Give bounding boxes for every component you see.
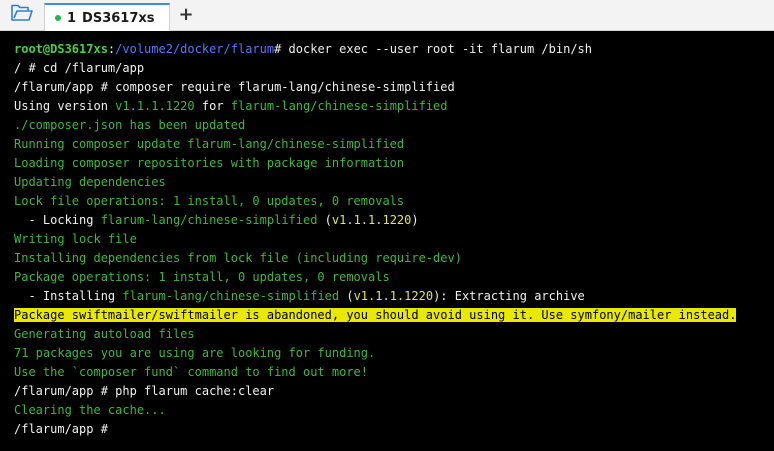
tab-ds3617xs[interactable]: 1 DS3617xs <box>44 3 170 31</box>
plus-icon: + <box>178 4 194 25</box>
terminal-line: /flarum/app # php flarum cache:clear <box>14 384 275 398</box>
terminal-line: /flarum/app # composer require flarum-la… <box>14 80 455 94</box>
open-folder-button[interactable] <box>6 3 38 27</box>
output-text: ): Extracting archive <box>433 289 585 303</box>
prompt-user-host: root@DS3617xs <box>14 42 108 56</box>
package-name: flarum-lang/chinese-simplified <box>100 213 318 227</box>
output-text: ) <box>411 213 419 227</box>
terminal-line: / # cd /flarum/app <box>14 61 145 75</box>
package-name: flarum-lang/chinese-simplified <box>230 99 448 113</box>
output-text: ( <box>317 213 332 227</box>
terminal-line: root@DS3617xs:/volume2/docker/flarum# do… <box>14 40 774 59</box>
terminal-line: - Installing flarum-lang/chinese-simplif… <box>14 287 774 306</box>
terminal-line: Using version v1.1.1.1220 for flarum-lan… <box>14 97 774 116</box>
prompt-path: /volume2/docker/flarum <box>115 42 275 56</box>
output-text: - Locking <box>14 213 101 227</box>
version-text: v1.1.1.1220 <box>353 289 434 303</box>
terminal-line: ./composer.json has been updated <box>14 118 246 132</box>
terminal-line: Generating autoload files <box>14 327 195 341</box>
terminal-line: Lock file operations: 1 install, 0 updat… <box>14 194 405 208</box>
terminal-line: Updating dependencies <box>14 175 166 189</box>
output-text: - Installing <box>14 289 123 303</box>
output-text: Using version <box>14 99 116 113</box>
terminal-line: Running composer update flarum-lang/chin… <box>14 137 405 151</box>
terminal-line: Clearing the cache... <box>14 403 166 417</box>
version-text: v1.1.1.1220 <box>331 213 412 227</box>
add-tab-button[interactable]: + <box>176 4 196 26</box>
terminal-line: Package swiftmailer/swiftmailer is aband… <box>14 306 774 325</box>
tab-title: DS3617xs <box>82 10 155 26</box>
output-text: for <box>194 99 231 113</box>
prompt-command: # docker exec --user root -it flarum /bi… <box>274 42 592 56</box>
terminal-line: 71 packages you are using are looking fo… <box>14 346 376 360</box>
terminal-line: Writing lock file <box>14 232 137 246</box>
terminal-prompt-line: /flarum/app # <box>14 422 116 436</box>
connection-status-dot <box>55 15 61 21</box>
folder-icon <box>11 4 33 27</box>
tab-bar: 1 DS3617xs + <box>0 0 774 31</box>
output-text: ( <box>339 289 354 303</box>
terminal-line: Installing dependencies from lock file (… <box>14 251 462 265</box>
package-name: flarum-lang/chinese-simplified <box>122 289 340 303</box>
terminal-line: Loading composer repositories with packa… <box>14 156 405 170</box>
terminal-line: - Locking flarum-lang/chinese-simplified… <box>14 211 774 230</box>
terminal-line: Use the `composer fund` command to find … <box>14 365 369 379</box>
terminal-output[interactable]: root@DS3617xs:/volume2/docker/flarum# do… <box>0 31 774 451</box>
warning-message: Package swiftmailer/swiftmailer is aband… <box>14 308 737 322</box>
tab-number: 1 <box>67 10 77 26</box>
version-text: v1.1.1.1220 <box>115 99 195 113</box>
terminal-line: Package operations: 1 install, 0 updates… <box>14 270 390 284</box>
